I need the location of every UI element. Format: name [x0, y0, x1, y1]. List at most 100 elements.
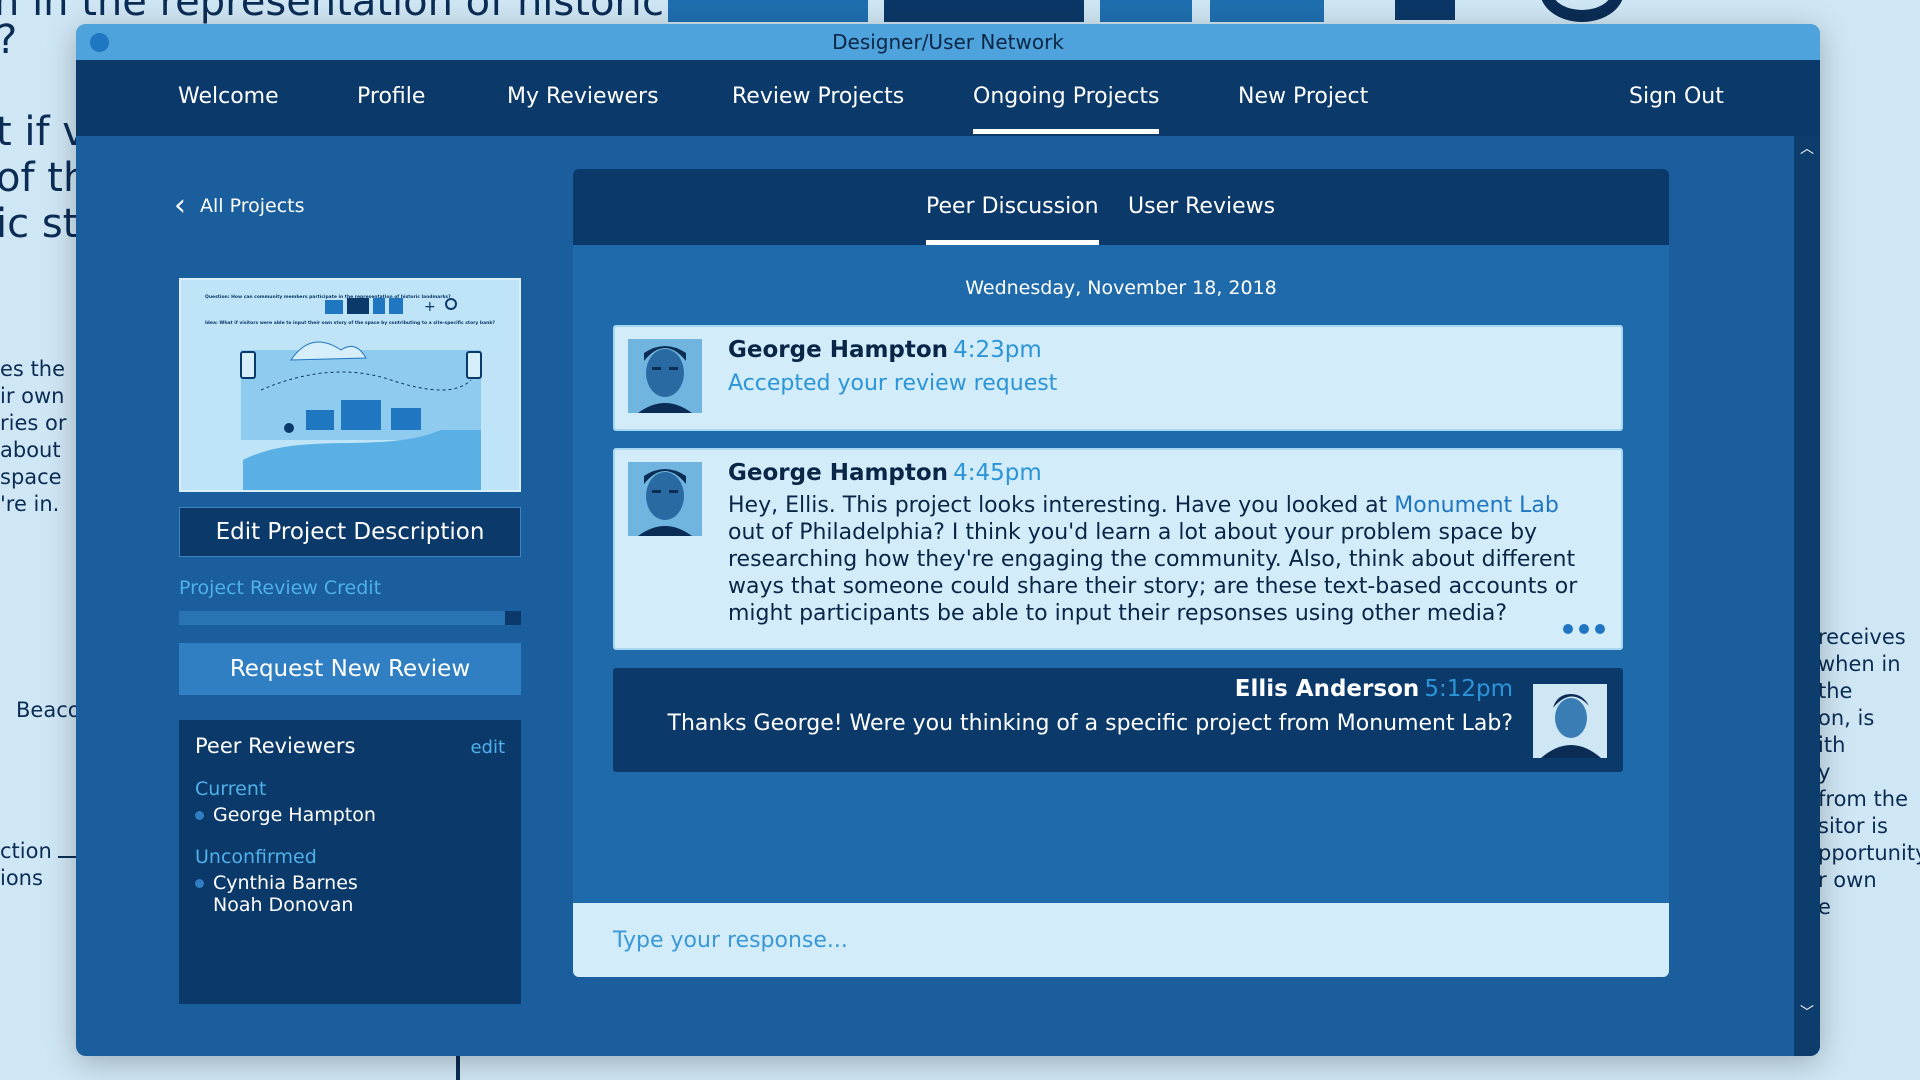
edit-reviewers-link[interactable]: edit	[470, 737, 505, 758]
monument-lab-link[interactable]: Monument Lab	[1394, 493, 1559, 518]
review-credit-progress	[179, 611, 521, 625]
message-card: George Hampton 4:45pm Hey, Ellis. This p…	[613, 448, 1623, 650]
bg-text: when in	[1818, 652, 1901, 676]
bg-text: pportunity	[1818, 841, 1920, 865]
reviewer-name: Cynthia Barnes	[213, 872, 358, 894]
message-text: Hey, Ellis. This project looks interesti…	[728, 492, 1598, 627]
bullet-icon	[195, 810, 204, 820]
chevron-left-icon: ‹	[174, 188, 186, 223]
bg-text: from the	[1818, 787, 1909, 811]
back-label: All Projects	[200, 195, 305, 217]
back-to-all-projects[interactable]: ‹ All Projects	[174, 188, 305, 223]
top-nav: Welcome Profile My Reviewers Review Proj…	[76, 60, 1820, 136]
request-new-review-button[interactable]: Request New Review	[179, 643, 521, 695]
title-bar: Designer/User Network	[76, 24, 1820, 60]
person-icon	[1533, 684, 1607, 758]
more-options-icon[interactable]	[1563, 624, 1605, 634]
discussion-panel: Peer Discussion User Reviews Wednesday, …	[573, 169, 1669, 977]
message-author: George Hampton	[728, 460, 949, 486]
avatar	[628, 462, 702, 536]
app-window: Designer/User Network Welcome Profile My…	[76, 24, 1820, 1056]
scroll-down-icon[interactable]: ﹀	[1794, 1002, 1820, 1022]
panel-tabs: Peer Discussion User Reviews	[573, 169, 1669, 245]
bg-text: receives	[1818, 625, 1906, 649]
main-content: ‹ All Projects Question: How can communi…	[76, 136, 1820, 1056]
bg-text: sitor is	[1818, 814, 1888, 838]
bg-text: Beaco	[16, 698, 81, 722]
bg-block	[1210, 0, 1324, 22]
tab-user-reviews[interactable]: User Reviews	[1128, 169, 1275, 245]
bg-text: ction	[0, 839, 52, 863]
message-text: Accepted your review request	[728, 371, 1058, 396]
reviewer-name: George Hampton	[213, 804, 376, 826]
message-author: George Hampton	[728, 337, 949, 363]
bg-block	[668, 0, 868, 22]
nav-ongoing-projects[interactable]: Ongoing Projects	[973, 60, 1160, 136]
bg-text: ries or	[0, 411, 67, 435]
progress-end-marker	[505, 611, 521, 625]
window-close-button[interactable]	[90, 33, 109, 52]
vertical-scrollbar[interactable]: ︿ ﹀	[1794, 136, 1820, 1056]
message-card: George Hampton 4:23pm Accepted your revi…	[613, 325, 1623, 431]
bullet-icon	[195, 878, 204, 888]
bg-text: ir own	[0, 384, 65, 408]
message-text-part: out of Philadelphia? I think you'd learn…	[728, 520, 1578, 626]
nav-review-projects[interactable]: Review Projects	[732, 60, 904, 136]
message-author: Ellis Anderson	[1234, 676, 1420, 702]
bg-text: on, is	[1818, 706, 1875, 730]
message-time: 4:23pm	[953, 337, 1042, 363]
nav-new-project[interactable]: New Project	[1238, 60, 1368, 136]
nav-profile[interactable]: Profile	[357, 60, 425, 136]
current-label: Current	[195, 778, 267, 800]
reviewer-item[interactable]: Noah Donovan	[195, 894, 505, 916]
message-header: George Hampton 4:45pm	[728, 460, 1598, 486]
message-text: Thanks George! Were you thinking of a sp…	[667, 711, 1513, 736]
message-header: George Hampton 4:23pm	[728, 337, 1057, 363]
bg-connector-line	[58, 856, 78, 858]
reviewer-name: Noah Donovan	[213, 894, 354, 916]
bg-text: es the	[0, 357, 65, 381]
bg-text: ith	[1818, 733, 1846, 757]
conversation-date: Wednesday, November 18, 2018	[965, 277, 1277, 299]
message-card: Ellis Anderson 5:12pm Thanks George! Wer…	[613, 668, 1623, 772]
bg-text: the	[1818, 679, 1853, 703]
response-input[interactable]	[613, 927, 1669, 953]
message-text-part: Hey, Ellis. This project looks interesti…	[728, 493, 1395, 518]
peer-reviewers-title: Peer Reviewers	[195, 734, 356, 758]
window-title: Designer/User Network	[832, 30, 1064, 54]
bg-heading: ?	[0, 16, 17, 64]
bg-heading: n in the representation of historic	[0, 0, 664, 25]
project-thumbnail[interactable]: Question: How can community members part…	[179, 278, 521, 492]
edit-project-description-button[interactable]: Edit Project Description	[179, 507, 521, 557]
message-time: 5:12pm	[1424, 676, 1513, 702]
avatar	[628, 339, 702, 413]
thumbnail-question: Question: How can community members part…	[205, 294, 451, 300]
person-icon	[628, 339, 702, 413]
bg-text: space	[0, 465, 62, 489]
response-input-bar	[573, 903, 1669, 977]
scroll-up-icon[interactable]: ︿	[1794, 138, 1820, 158]
nav-welcome[interactable]: Welcome	[178, 60, 279, 136]
review-credit-label: Project Review Credit	[179, 577, 382, 599]
peer-reviewers-panel: Peer Reviewers edit Current George Hampt…	[179, 720, 521, 1004]
reviewer-item[interactable]: Cynthia Barnes	[195, 872, 505, 894]
bg-block	[884, 0, 1084, 22]
bg-plus-icon	[1395, 0, 1455, 20]
reviewer-item[interactable]: George Hampton	[195, 804, 505, 826]
thumbnail-idea: Idea: What if visitors were able to inpu…	[205, 320, 495, 326]
tab-peer-discussion[interactable]: Peer Discussion	[926, 169, 1099, 245]
sign-out-link[interactable]: Sign Out	[1629, 60, 1724, 136]
message-time: 4:45pm	[953, 460, 1042, 486]
bg-circle-icon	[1540, 0, 1624, 22]
bg-text: ions	[0, 866, 43, 890]
nav-my-reviewers[interactable]: My Reviewers	[507, 60, 659, 136]
unconfirmed-label: Unconfirmed	[195, 846, 317, 868]
bg-block	[1100, 0, 1192, 22]
svg-text:+: +	[424, 299, 436, 315]
bg-text: about	[0, 438, 61, 462]
bg-text: r own	[1818, 868, 1877, 892]
avatar	[1533, 684, 1607, 758]
bg-text: 're in.	[0, 492, 60, 516]
person-icon	[628, 462, 702, 536]
progress-fill	[179, 611, 504, 625]
